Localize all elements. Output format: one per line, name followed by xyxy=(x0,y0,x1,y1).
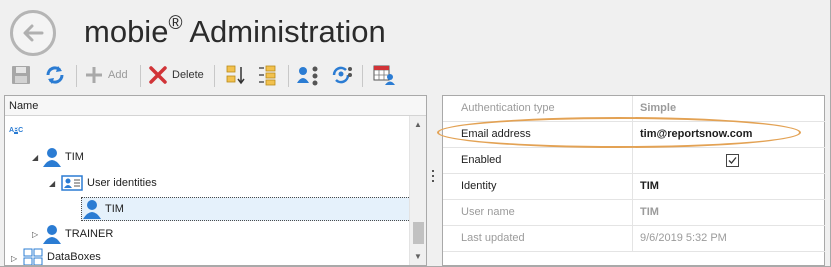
user-icon xyxy=(83,200,101,219)
property-row[interactable]: Identity TIM xyxy=(443,174,825,200)
tree-item-label: TIM xyxy=(65,151,84,163)
splitter-grip-icon xyxy=(432,170,435,185)
folder-tree-down-icon xyxy=(226,65,245,85)
property-value: TIM xyxy=(640,206,659,218)
back-button[interactable] xyxy=(10,10,56,56)
expander-expand-icon[interactable]: ▷ xyxy=(11,254,17,263)
group-list-button[interactable] xyxy=(256,60,278,90)
delete-button[interactable]: Delete xyxy=(148,60,204,90)
refresh-button[interactable] xyxy=(44,60,66,90)
property-value[interactable]: TIM xyxy=(640,180,659,192)
property-key: Last updated xyxy=(461,232,525,244)
id-card-icon xyxy=(61,175,83,191)
enabled-checkbox[interactable] xyxy=(726,154,739,167)
save-icon xyxy=(12,66,30,84)
tree-item-label: User identities xyxy=(87,177,157,189)
tree-scrollbar[interactable]: ▲ ▼ xyxy=(409,116,426,265)
plus-icon xyxy=(86,67,102,83)
user-icon xyxy=(43,225,61,244)
delete-label: Delete xyxy=(172,69,204,81)
user-grid-button[interactable] xyxy=(372,60,396,90)
toolbar-separator xyxy=(362,65,363,87)
expander-expand-icon[interactable]: ▷ xyxy=(32,230,38,239)
toolbar-separator xyxy=(288,65,289,87)
tree-column-header[interactable]: Name xyxy=(5,96,426,116)
tree-item-identity-selected[interactable]: TIM xyxy=(83,197,124,221)
back-arrow-icon xyxy=(23,24,44,42)
tree-sort-node[interactable]: ABC xyxy=(9,118,23,142)
save-button[interactable] xyxy=(10,60,32,90)
property-key: User name xyxy=(461,206,515,218)
toolbar-separator xyxy=(76,65,77,87)
toolbar-separator xyxy=(214,65,215,87)
property-row[interactable]: User name TIM xyxy=(443,200,825,226)
abc-sort-icon: ABC xyxy=(9,126,23,134)
property-key: Authentication type xyxy=(461,102,555,114)
user-share-button[interactable] xyxy=(296,60,320,90)
delete-x-icon xyxy=(149,66,167,84)
panel-splitter[interactable] xyxy=(427,95,441,266)
scrollbar-thumb[interactable] xyxy=(413,222,424,244)
property-value: 9/6/2019 5:32 PM xyxy=(640,232,727,244)
user-sync-button[interactable] xyxy=(330,60,354,90)
toolbar-separator xyxy=(140,65,141,87)
tree-item-user[interactable]: TIM xyxy=(43,145,84,169)
property-row[interactable]: Enabled xyxy=(443,148,825,174)
add-button[interactable]: Add xyxy=(84,60,128,90)
add-label: Add xyxy=(108,69,128,81)
tree-item-user-identities[interactable]: User identities xyxy=(61,171,157,195)
toolbar: Add Delete xyxy=(6,60,426,90)
tree-item-label: TIM xyxy=(105,203,124,215)
tree-item-label: DataBoxes xyxy=(47,251,101,263)
expander-collapse-icon[interactable]: ◢ xyxy=(32,153,38,162)
email-highlight-annotation xyxy=(437,117,801,148)
grid-icon xyxy=(23,248,43,265)
user-icon xyxy=(43,148,61,167)
tree-selection-highlight xyxy=(81,197,411,221)
refresh-icon xyxy=(46,66,64,84)
identity-tree[interactable]: Name ABC ◢ TIM ◢ User identities TIM ▷ T… xyxy=(4,95,427,266)
admin-window: mobie® Administration Add Delete Name AB… xyxy=(0,0,831,267)
property-key: Enabled xyxy=(461,154,502,166)
scroll-up-icon[interactable]: ▲ xyxy=(414,120,422,129)
scroll-down-icon[interactable]: ▼ xyxy=(414,252,422,261)
tree-item-user[interactable]: TRAINER xyxy=(43,222,113,246)
property-row[interactable]: Last updated 9/6/2019 5:32 PM xyxy=(443,226,825,252)
folder-list-icon xyxy=(259,65,276,86)
tree-item-databoxes[interactable]: DataBoxes xyxy=(23,245,101,265)
property-key: Identity xyxy=(461,180,497,192)
page-title: mobie® Administration xyxy=(84,13,386,49)
checkmark-icon xyxy=(728,157,737,164)
user-network-icon xyxy=(297,66,318,86)
table-user-icon xyxy=(373,65,395,85)
property-value: Simple xyxy=(640,102,677,114)
user-sync-icon xyxy=(332,66,352,84)
move-to-group-button[interactable] xyxy=(224,60,246,90)
expander-collapse-icon[interactable]: ◢ xyxy=(49,179,55,188)
tree-item-label: TRAINER xyxy=(65,228,114,240)
